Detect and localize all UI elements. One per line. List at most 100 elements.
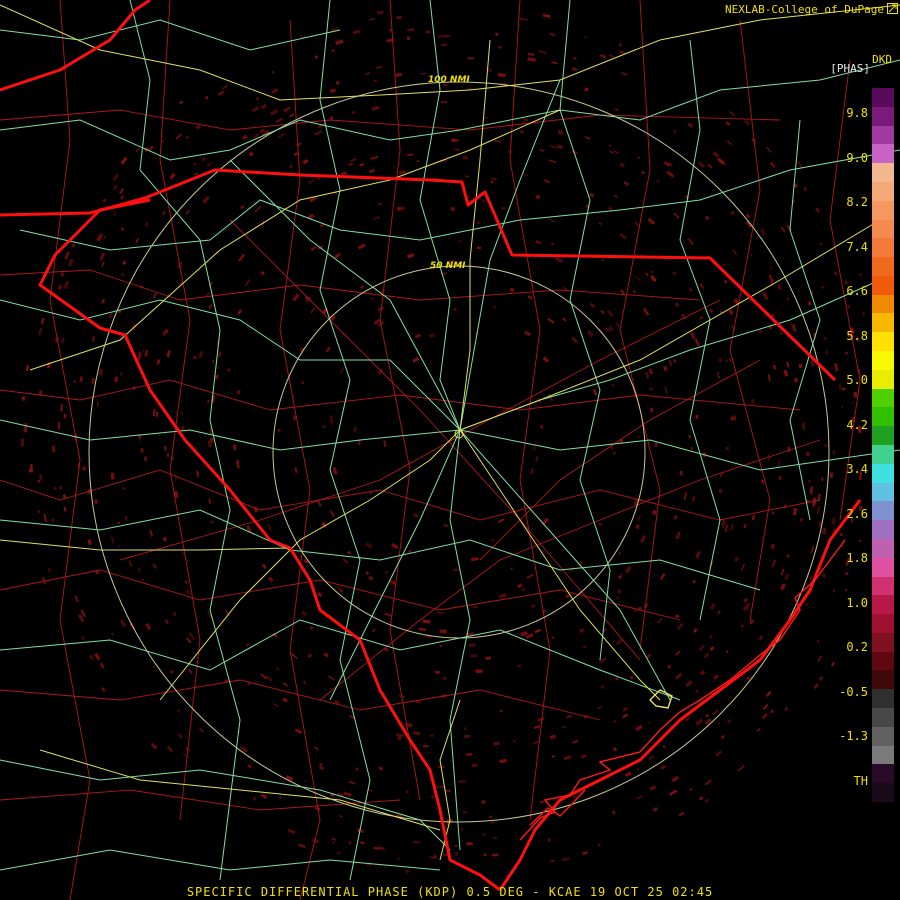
echo-speckle: [609, 150, 614, 154]
echo-speckle: [24, 425, 28, 433]
echo-speckle: [521, 587, 526, 592]
echo-speckle: [38, 327, 43, 336]
echo-speckle: [637, 435, 640, 438]
radar-display: 100 NMI 50 NMI NEXLAB-College of DuPage …: [0, 0, 900, 900]
echo-speckle: [236, 389, 241, 395]
echo-speckle: [509, 287, 515, 293]
echo-speckle: [498, 593, 507, 599]
echo-speckle: [617, 589, 622, 594]
echo-speckle: [436, 611, 445, 614]
echo-speckle: [458, 780, 466, 783]
echo-speckle: [765, 690, 772, 697]
echo-speckle: [217, 351, 222, 358]
echo-speckle: [721, 262, 726, 267]
echo-speckle: [37, 509, 41, 513]
echo-speckle: [561, 856, 570, 862]
echo-speckle: [144, 622, 152, 631]
echo-speckle: [708, 308, 714, 314]
echo-speckle: [484, 853, 487, 857]
radar-map[interactable]: 100 NMI 50 NMI: [0, 0, 900, 900]
echo-speckle: [615, 676, 619, 681]
echo-speckle: [589, 302, 596, 309]
echo-speckle: [662, 365, 668, 371]
echo-speckle: [217, 90, 225, 96]
echo-speckle: [226, 368, 231, 372]
echo-speckle: [21, 396, 26, 401]
echo-speckle: [493, 305, 496, 309]
echo-speckle: [120, 372, 123, 376]
echo-speckle: [539, 148, 545, 152]
echo-speckle: [101, 298, 106, 304]
echo-speckle: [745, 213, 751, 219]
echo-speckle: [624, 771, 632, 778]
colorscale-segment: [872, 463, 894, 484]
echo-speckle: [608, 54, 615, 58]
echo-speckle: [186, 637, 192, 644]
echo-speckle: [542, 13, 551, 18]
echo-speckle: [494, 139, 501, 143]
echo-speckle: [477, 221, 480, 225]
echo-speckle: [549, 32, 556, 37]
echo-speckle: [373, 215, 380, 220]
echo-speckle: [614, 107, 619, 112]
echo-speckle: [137, 351, 142, 361]
echo-speckle: [443, 524, 449, 527]
echo-speckle: [71, 243, 76, 248]
echo-speckle: [267, 523, 272, 531]
echo-speckle: [289, 113, 295, 118]
echo-speckle: [493, 741, 500, 746]
echo-speckle: [476, 246, 482, 250]
echo-speckle: [540, 425, 544, 429]
echo-speckle: [237, 309, 243, 315]
colorscale-segment: [872, 407, 894, 427]
echo-speckle: [96, 401, 99, 408]
echo-speckle: [307, 653, 313, 658]
echo-speckle: [185, 135, 190, 140]
echo-speckle: [310, 245, 317, 252]
echo-speckle: [599, 53, 607, 59]
echo-speckle: [517, 583, 523, 589]
echo-speckle: [497, 46, 502, 49]
echo-speckle: [786, 297, 790, 301]
colorscale-segment: [872, 614, 894, 634]
colorscale-segment: [872, 670, 894, 690]
echo-speckle: [238, 253, 246, 262]
echo-speckle: [348, 162, 354, 167]
echo-speckle: [797, 160, 803, 168]
echo-speckle: [255, 96, 260, 101]
echo-speckle: [455, 852, 458, 856]
colorscale-tick-label: TH: [853, 773, 868, 788]
echo-speckle: [413, 513, 419, 518]
echo-speckle: [207, 399, 210, 404]
echo-speckle: [335, 39, 344, 46]
echo-speckle: [271, 70, 275, 74]
echo-speckle: [673, 212, 680, 219]
echo-speckle: [365, 542, 373, 549]
echo-speckle: [365, 571, 370, 575]
echo-speckle: [629, 675, 634, 680]
echo-speckle: [654, 442, 658, 447]
echo-speckle: [644, 272, 649, 277]
colorscale-segment: [872, 576, 894, 596]
colorscale-tick-label: -0.5: [839, 684, 868, 699]
range-ring-label-100: 100 NMI: [428, 75, 470, 85]
echo-speckle: [716, 372, 720, 376]
echo-speckle: [619, 162, 626, 168]
echo-speckle: [730, 416, 735, 421]
echo-speckle: [685, 717, 690, 722]
echo-speckle: [369, 296, 375, 301]
echo-speckle: [728, 110, 736, 117]
echo-speckle: [777, 284, 782, 290]
echo-speckle: [737, 765, 745, 772]
echo-speckle: [336, 851, 341, 855]
echo-speckle: [472, 606, 479, 609]
echo-speckle: [832, 589, 835, 593]
echo-speckle: [780, 568, 785, 576]
echo-speckle: [282, 106, 291, 113]
echo-speckle: [144, 222, 149, 227]
echo-speckle: [786, 224, 793, 232]
colorscale-segment: [872, 745, 894, 765]
colorscale-segment: [872, 501, 894, 521]
echo-speckle: [611, 810, 616, 815]
echo-speckle: [430, 733, 434, 738]
